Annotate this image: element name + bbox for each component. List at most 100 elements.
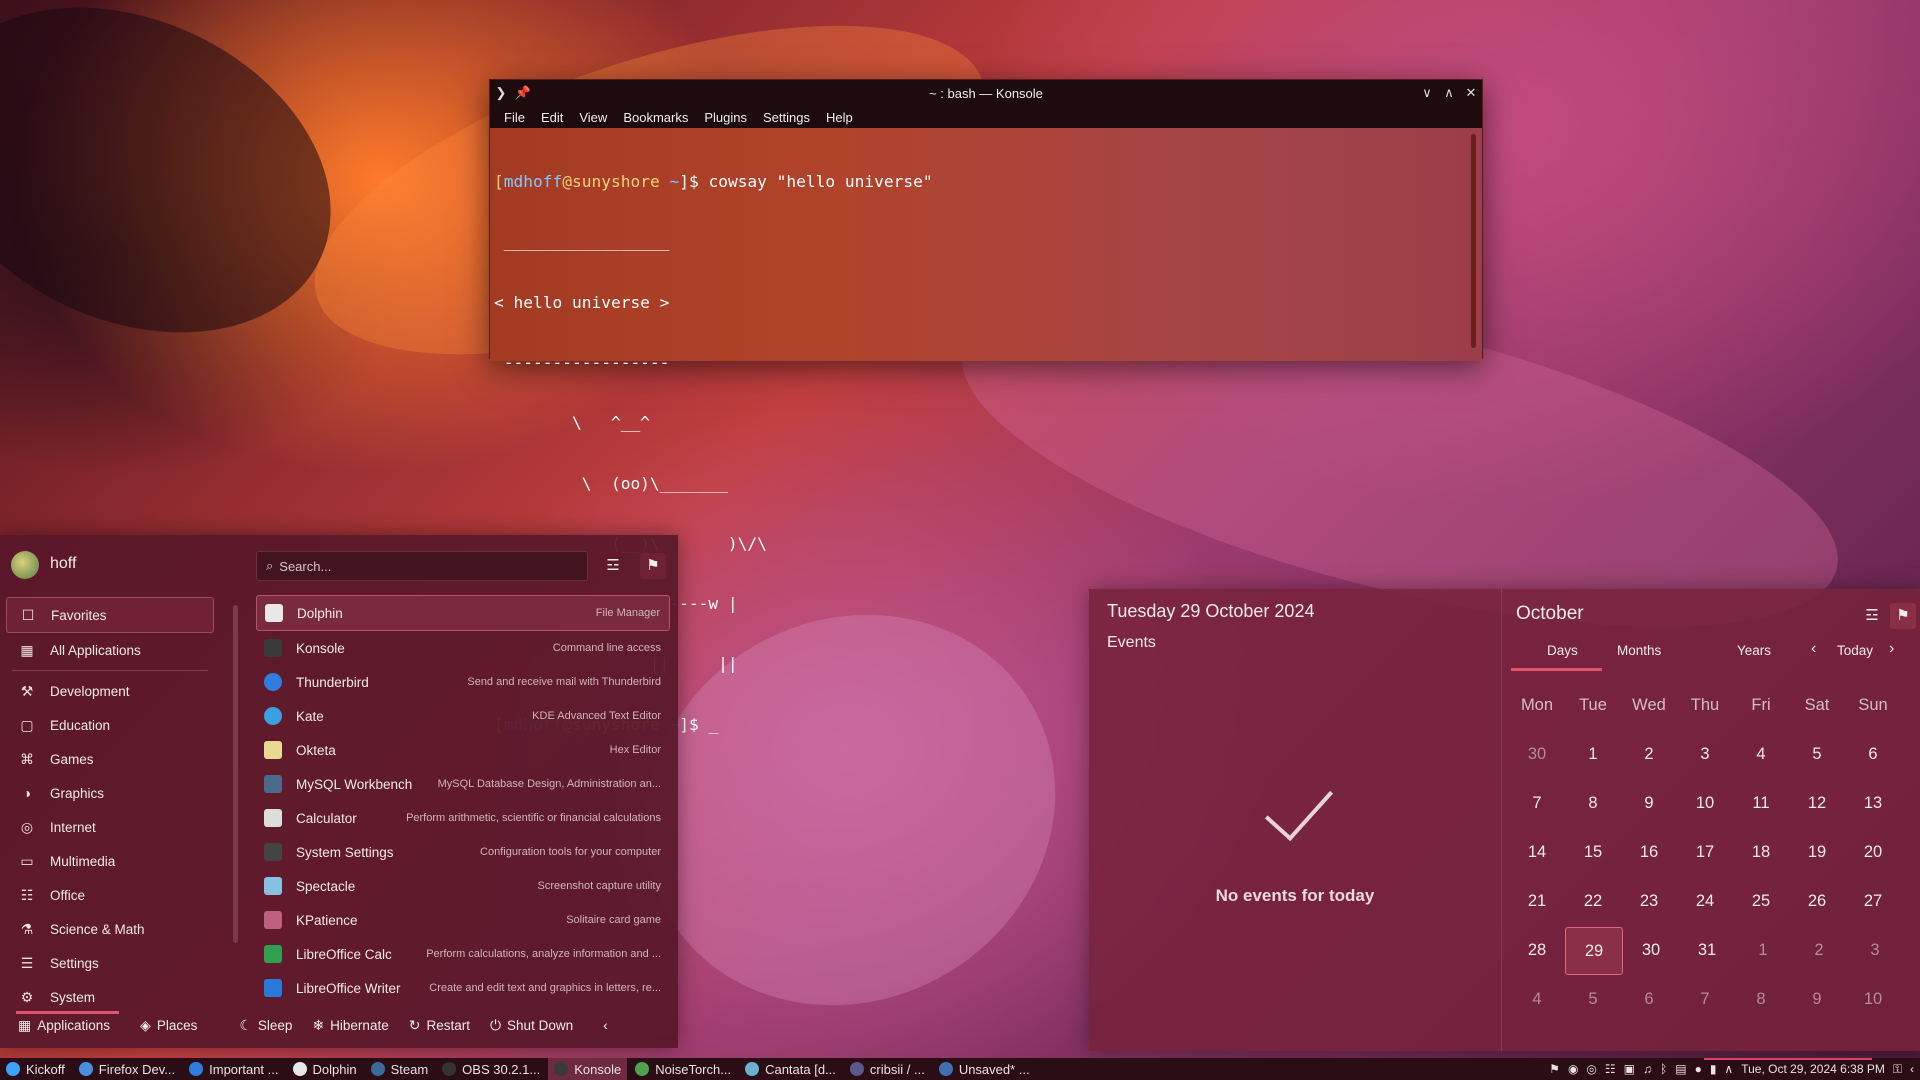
app-item-kpatience[interactable]: KPatience Solitaire card game	[256, 903, 670, 937]
app-item-okteta[interactable]: Okteta Hex Editor	[256, 733, 670, 767]
calendar-day[interactable]: 4	[1733, 745, 1789, 764]
next-icon[interactable]: ›	[1889, 640, 1894, 658]
calendar-day[interactable]: 11	[1733, 794, 1789, 813]
chevron-up-icon[interactable]: ∧	[1724, 1062, 1733, 1076]
menu-plugins[interactable]: Plugins	[698, 110, 757, 125]
calendar-day[interactable]: 7	[1509, 794, 1565, 813]
clock[interactable]: Tue, Oct 29, 2024 6:38 PM	[1741, 1062, 1885, 1076]
taskbar-item[interactable]: Cantata [d...	[739, 1058, 842, 1080]
pin-icon[interactable]: ⚑	[640, 553, 666, 579]
app-item-spectacle[interactable]: Spectacle Screenshot capture utility	[256, 869, 670, 903]
today-button[interactable]: Today	[1837, 643, 1873, 658]
category-games[interactable]: ⌘ Games	[6, 742, 214, 776]
category-settings[interactable]: ☰ Settings	[6, 946, 214, 980]
calendar-day[interactable]: 30	[1509, 745, 1565, 764]
app-item-mysql-workbench[interactable]: MySQL Workbench MySQL Database Design, Ad…	[256, 767, 670, 801]
calendar-day[interactable]: 12	[1789, 794, 1845, 813]
previous-icon[interactable]: ‹	[1811, 640, 1816, 658]
app-item-libreoffice-writer[interactable]: LibreOffice Writer Create and edit text a…	[256, 971, 670, 1005]
taskbar-item[interactable]: Kickoff	[0, 1058, 71, 1080]
category-graphics[interactable]: ◑ Graphics	[6, 776, 214, 810]
hibernate-button[interactable]: ❄ Hibernate	[312, 1017, 388, 1034]
calendar-day[interactable]: 17	[1677, 843, 1733, 862]
taskbar-item[interactable]: OBS 30.2.1...	[436, 1058, 546, 1080]
calendar-day[interactable]: 27	[1845, 892, 1901, 911]
category-favorites[interactable]: ☐ Favorites	[6, 597, 214, 633]
display-icon[interactable]: ▣	[1624, 1062, 1635, 1076]
more-power-button[interactable]: ‹	[603, 1017, 614, 1033]
calendar-day[interactable]: 3	[1677, 745, 1733, 764]
taskbar-item[interactable]: NoiseTorch...	[629, 1058, 737, 1080]
discord-icon[interactable]: ◉	[1568, 1062, 1578, 1076]
menu-file[interactable]: File	[498, 110, 535, 125]
restart-button[interactable]: ↻ Restart	[409, 1017, 470, 1034]
calendar-day[interactable]: 22	[1565, 892, 1621, 911]
configure-icon[interactable]: ☲	[1859, 603, 1885, 629]
calendar-day[interactable]: 5	[1565, 990, 1621, 1009]
calendar-day[interactable]: 8	[1565, 794, 1621, 813]
calendar-day[interactable]: 23	[1621, 892, 1677, 911]
calendar-day[interactable]: 28	[1509, 941, 1565, 960]
app-item-dolphin[interactable]: Dolphin File Manager	[256, 595, 670, 631]
calendar-day[interactable]: 10	[1677, 794, 1733, 813]
calendar-day[interactable]: 21	[1509, 892, 1565, 911]
menu-bookmarks[interactable]: Bookmarks	[617, 110, 698, 125]
konsole-titlebar[interactable]: ❯ 📌 ~ : bash — Konsole ∨ ∧ ✕	[490, 80, 1482, 106]
notification-icon[interactable]: ⚑	[1549, 1062, 1560, 1076]
app-item-thunderbird[interactable]: Thunderbird Send and receive mail with Th…	[256, 665, 670, 699]
calendar-day[interactable]: 3	[1847, 941, 1903, 960]
app-item-kate[interactable]: Kate KDE Advanced Text Editor	[256, 699, 670, 733]
category-scrollbar[interactable]	[233, 605, 238, 943]
category-education[interactable]: ▢ Education	[6, 708, 214, 742]
app-item-system-settings[interactable]: System Settings Configuration tools for y…	[256, 835, 670, 869]
calendar-day[interactable]: 9	[1621, 794, 1677, 813]
calendar-day[interactable]: 19	[1789, 843, 1845, 862]
microphone-icon[interactable]: ●	[1695, 1062, 1702, 1076]
calendar-day[interactable]: 30	[1623, 941, 1679, 960]
category-all-applications[interactable]: ▦ All Applications	[6, 633, 214, 667]
menu-edit[interactable]: Edit	[535, 110, 573, 125]
calendar-day[interactable]: 13	[1845, 794, 1901, 813]
calendar-day[interactable]: 1	[1565, 745, 1621, 764]
calendar-day[interactable]: 10	[1845, 990, 1901, 1009]
calendar-day[interactable]: 26	[1789, 892, 1845, 911]
calendar-day[interactable]: 2	[1621, 745, 1677, 764]
category-internet[interactable]: ◎ Internet	[6, 810, 214, 844]
category-multimedia[interactable]: ▭ Multimedia	[6, 844, 214, 878]
calendar-day[interactable]: 20	[1845, 843, 1901, 862]
calendar-day-today[interactable]: 29	[1565, 926, 1623, 975]
app-item-konsole[interactable]: Konsole Command line access	[256, 631, 670, 665]
shutdown-button[interactable]: ⏻ Shut Down	[490, 1017, 573, 1034]
network-icon[interactable]: ▤	[1675, 1062, 1686, 1076]
calendar-day[interactable]: 15	[1565, 843, 1621, 862]
steam-tray-icon[interactable]: ◎	[1586, 1062, 1596, 1076]
avatar[interactable]	[11, 551, 39, 579]
calendar-day[interactable]: 2	[1791, 941, 1847, 960]
menu-help[interactable]: Help	[820, 110, 863, 125]
calendar-day[interactable]: 6	[1845, 745, 1901, 764]
calendar-day[interactable]: 24	[1677, 892, 1733, 911]
terminal-area[interactable]: [mdhoff@sunyshore ~]$ cowsay "hello univ…	[490, 128, 1482, 734]
peek-desktop-icon[interactable]: ‹	[1910, 1062, 1914, 1076]
menu-settings[interactable]: Settings	[757, 110, 820, 125]
calendar-day[interactable]: 16	[1621, 843, 1677, 862]
pin-icon[interactable]: ⚑	[1890, 603, 1916, 629]
calendar-day[interactable]: 18	[1733, 843, 1789, 862]
configure-icon[interactable]: ☲	[600, 553, 626, 579]
taskbar-item[interactable]: cribsii / ...	[844, 1058, 931, 1080]
taskbar-item[interactable]: Steam	[365, 1058, 435, 1080]
taskbar-item[interactable]: Dolphin	[287, 1058, 363, 1080]
calendar-day[interactable]: 8	[1733, 990, 1789, 1009]
volume-icon[interactable]: ♫	[1643, 1062, 1652, 1076]
taskbar-item[interactable]: Firefox Dev...	[73, 1058, 181, 1080]
clipboard-icon[interactable]: ☷	[1605, 1062, 1616, 1076]
search-input[interactable]: ⌕ Search...	[256, 551, 588, 581]
menu-view[interactable]: View	[573, 110, 617, 125]
tab-places[interactable]: ◈ Places	[140, 1017, 197, 1034]
app-item-calculator[interactable]: Calculator Perform arithmetic, scientific…	[256, 801, 670, 835]
calendar-day[interactable]: 7	[1677, 990, 1733, 1009]
calendar-day[interactable]: 14	[1509, 843, 1565, 862]
taskbar-item[interactable]: Unsaved* ...	[933, 1058, 1036, 1080]
calendar-day[interactable]: 4	[1509, 990, 1565, 1009]
tab-years[interactable]: Years	[1737, 643, 1771, 658]
